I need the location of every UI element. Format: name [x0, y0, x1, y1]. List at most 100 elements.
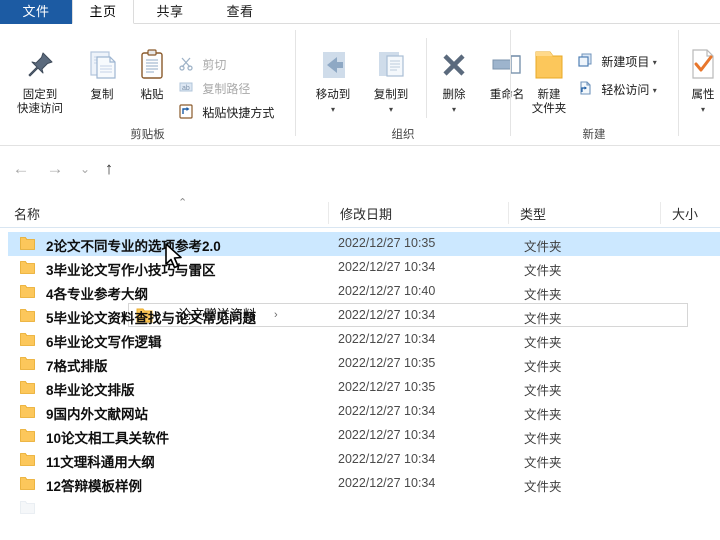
table-row[interactable]: 4各专业参考大纲 2022/12/27 10:40 文件夹 [8, 280, 720, 304]
copy-path-button[interactable]: ab 复制路径 [178, 79, 250, 99]
file-date: 2022/12/27 10:34 [338, 452, 436, 466]
file-name: 2论文不同专业的选项参考2.0 [46, 239, 221, 254]
new-folder-label: 新建 [537, 89, 561, 101]
svg-text:ab: ab [182, 85, 190, 92]
folder-icon [20, 381, 35, 394]
file-type: 文件夹 [524, 384, 562, 398]
file-name: 4各专业参考大纲 [46, 287, 149, 302]
table-row[interactable]: 7格式排版 2022/12/27 10:35 文件夹 [8, 352, 720, 376]
table-row[interactable]: 11文理科通用大纲 2022/12/27 10:34 文件夹 [8, 448, 720, 472]
file-type: 文件夹 [524, 432, 562, 446]
ribbon-group-organize: 移动到 ▾ 复制到 ▾ 删除 ▾ 重命名 组织 [296, 24, 524, 146]
paste-label: 粘贴 [140, 89, 164, 101]
file-type: 文件夹 [524, 408, 562, 422]
recent-locations-button[interactable]: ⌄ [74, 158, 96, 180]
column-divider-3[interactable] [660, 202, 661, 224]
column-divider-2[interactable] [508, 202, 509, 224]
copy-icon [85, 51, 119, 85]
address-bar: ← → ⌄ ↑ › 论文赠送资料 › [0, 146, 720, 327]
pin-icon [23, 52, 57, 85]
file-date: 2022/12/27 10:34 [338, 332, 436, 346]
copy-button[interactable]: 复制 [76, 48, 128, 102]
move-to-icon [315, 52, 351, 85]
delete-x-icon [438, 54, 470, 85]
forward-button[interactable]: → [44, 158, 66, 180]
pin-to-quick-access-label2: 快速访问 [17, 103, 63, 115]
table-row[interactable]: 8毕业论文排版 2022/12/27 10:35 文件夹 [8, 376, 720, 400]
file-date: 2022/12/27 10:34 [338, 476, 436, 490]
folder-icon [20, 501, 35, 514]
tab-share[interactable]: 共享 [134, 0, 206, 24]
table-row[interactable]: 5毕业论文资料查找与论文常见问题 2022/12/27 10:34 文件夹 [8, 304, 720, 328]
scissors-icon [178, 55, 194, 75]
copy-path-label: 复制路径 [202, 82, 251, 96]
table-row[interactable] [8, 496, 720, 520]
new-item-button[interactable]: 新建项目 ▾ [577, 52, 657, 72]
tab-file[interactable]: 文件 [0, 0, 72, 24]
file-name: 7格式排版 [46, 359, 108, 374]
ribbon: 固定到 快速访问 复制 粘贴 剪切 ab 复制路径 粘贴快捷方式 剪贴板 移动到… [0, 24, 720, 146]
new-item-caret-icon[interactable]: ▾ [653, 58, 657, 67]
paste-shortcut-icon [178, 103, 194, 123]
file-date: 2022/12/27 10:34 [338, 428, 436, 442]
file-name: 8毕业论文排版 [46, 383, 135, 398]
delete-label: 删除 [442, 89, 466, 101]
move-to-button[interactable]: 移动到 ▾ [304, 50, 362, 117]
column-divider-1[interactable] [328, 202, 329, 224]
file-type: 文件夹 [524, 480, 562, 494]
move-to-caret-icon[interactable]: ▾ [331, 105, 335, 114]
cut-button[interactable]: 剪切 [178, 55, 226, 75]
easy-access-caret-icon[interactable]: ▾ [653, 86, 657, 95]
properties-caret-icon[interactable]: ▾ [701, 105, 705, 114]
ribbon-group-clipboard: 固定到 快速访问 复制 粘贴 剪切 ab 复制路径 粘贴快捷方式 剪贴板 [0, 24, 295, 146]
column-header-date[interactable]: 修改日期 [340, 204, 392, 223]
properties-button[interactable]: 属性 ▾ [681, 48, 720, 117]
table-row[interactable]: 9国内外文献网站 2022/12/27 10:34 文件夹 [8, 400, 720, 424]
properties-check-icon [687, 49, 719, 85]
new-folder-label2: 文件夹 [531, 103, 567, 115]
sort-ascending-icon: ⌃ [178, 197, 188, 209]
easy-access-icon [577, 80, 593, 100]
folder-icon [20, 309, 35, 322]
copy-to-button[interactable]: 复制到 ▾ [362, 50, 420, 117]
column-header-name[interactable]: 名称 [14, 204, 40, 223]
ribbon-group-label-organize: 组织 [391, 129, 415, 141]
column-header-type[interactable]: 类型 [520, 204, 546, 223]
file-name: 11文理科通用大纲 [46, 455, 155, 470]
file-date: 2022/12/27 10:34 [338, 308, 436, 322]
file-name: 9国内外文献网站 [46, 407, 149, 422]
file-name: 10论文相工具关软件 [46, 431, 170, 446]
tab-home[interactable]: 主页 [72, 0, 134, 24]
paste-shortcut-button[interactable]: 粘贴快捷方式 [178, 103, 274, 123]
table-row[interactable]: 12答辩模板样例 2022/12/27 10:34 文件夹 [8, 472, 720, 496]
table-row[interactable]: 6毕业论文写作逻辑 2022/12/27 10:34 文件夹 [8, 328, 720, 352]
tab-view[interactable]: 查看 [206, 0, 274, 24]
back-button[interactable]: ← [10, 158, 32, 180]
file-type: 文件夹 [524, 264, 562, 278]
folder-icon [20, 261, 35, 274]
file-type: 文件夹 [524, 312, 562, 326]
table-row[interactable]: 3毕业论文写作小技巧与雷区 2022/12/27 10:34 文件夹 [8, 256, 720, 280]
new-folder-button[interactable]: 新建 文件夹 [521, 48, 577, 116]
ribbon-group-open: 属性 ▾ [679, 24, 720, 146]
pin-to-quick-access-label: 固定到 [22, 89, 58, 101]
folder-icon [20, 237, 35, 250]
up-button[interactable]: ↑ [98, 158, 120, 180]
move-to-label: 移动到 [315, 89, 351, 101]
delete-button[interactable]: 删除 ▾ [430, 50, 478, 117]
file-name: 12答辩模板样例 [46, 479, 143, 494]
table-row[interactable]: 2论文不同专业的选项参考2.0 2022/12/27 10:35 文件夹 [8, 232, 720, 256]
easy-access-button[interactable]: 轻松访问 ▾ [577, 80, 657, 100]
column-header-size[interactable]: 大小 [672, 204, 698, 223]
file-list: 2论文不同专业的选项参考2.0 2022/12/27 10:35 文件夹 3毕业… [0, 228, 720, 540]
properties-label: 属性 [691, 89, 715, 101]
delete-caret-icon[interactable]: ▾ [452, 105, 456, 114]
pin-to-quick-access-button[interactable]: 固定到 快速访问 [6, 48, 74, 116]
file-name: 3毕业论文写作小技巧与雷区 [46, 263, 216, 278]
paste-button[interactable]: 粘贴 [126, 48, 178, 102]
folder-icon [20, 357, 35, 370]
copy-to-caret-icon[interactable]: ▾ [389, 105, 393, 114]
file-type: 文件夹 [524, 240, 562, 254]
table-row[interactable]: 10论文相工具关软件 2022/12/27 10:34 文件夹 [8, 424, 720, 448]
file-type: 文件夹 [524, 456, 562, 470]
